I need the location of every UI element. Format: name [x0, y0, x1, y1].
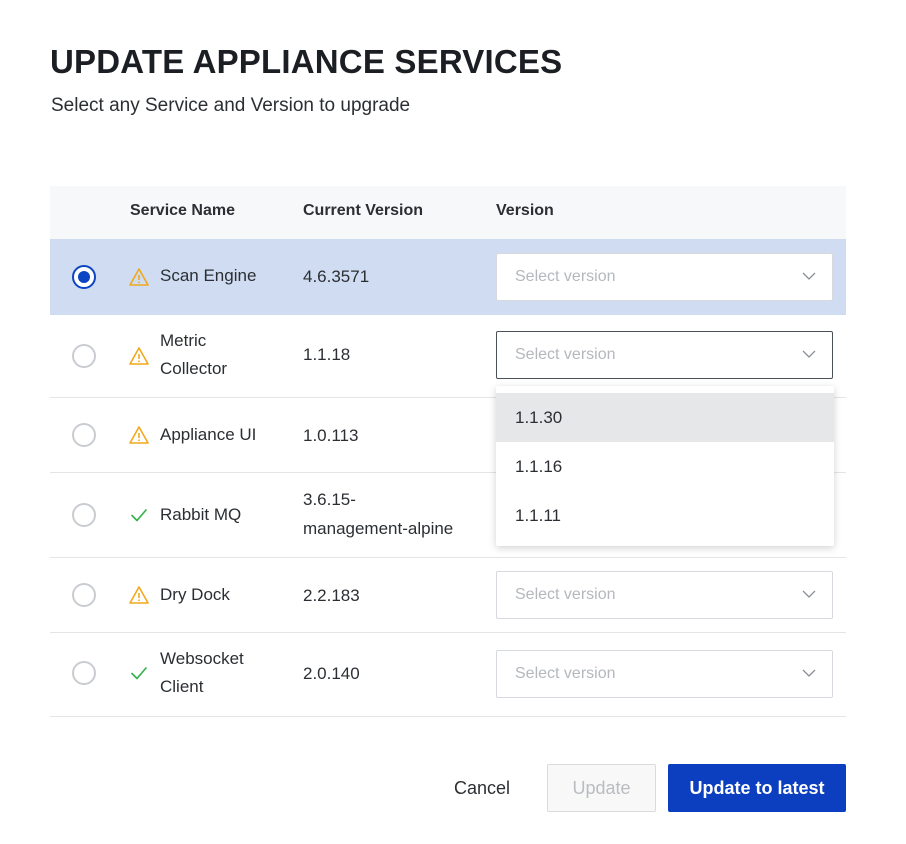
version-select-placeholder: Select version	[515, 346, 616, 363]
service-name-line-2: Collector	[160, 359, 228, 378]
service-name-line-1: Metric	[160, 331, 207, 350]
version-dropdown-menu: 1.1.30 1.1.16 1.1.11	[496, 386, 834, 546]
update-button[interactable]: Update	[547, 764, 656, 812]
warning-icon	[129, 268, 149, 286]
version-select[interactable]: Select version	[496, 253, 833, 301]
header-service-name: Service Name	[130, 202, 235, 219]
service-name: Rabbit MQ	[160, 505, 242, 524]
version-select-placeholder: Select version	[515, 665, 616, 682]
current-version-line-1: 3.6.15-	[303, 490, 356, 509]
row-radio[interactable]	[72, 583, 96, 607]
chevron-down-icon	[802, 669, 816, 677]
update-to-latest-button[interactable]: Update to latest	[668, 764, 846, 812]
service-name: Metric Collector	[160, 327, 227, 383]
version-select-placeholder: Select version	[515, 268, 616, 285]
version-select-placeholder: Select version	[515, 586, 616, 603]
table-row[interactable]: Scan Engine 4.6.3571 Select version	[50, 239, 846, 315]
warning-icon	[129, 347, 149, 365]
table-row[interactable]: Dry Dock 2.2.183 Select version	[50, 558, 846, 633]
current-version: 4.6.3571	[303, 267, 370, 286]
table-header: Service Name Current Version Version	[50, 186, 846, 239]
version-select[interactable]: Select version	[496, 331, 833, 379]
chevron-down-icon	[802, 272, 816, 280]
chevron-down-icon	[802, 590, 816, 598]
service-name: Websocket Client	[160, 645, 244, 701]
check-icon	[131, 667, 147, 680]
current-version: 1.0.113	[303, 426, 359, 445]
row-radio[interactable]	[72, 265, 96, 289]
dropdown-option[interactable]: 1.1.11	[496, 491, 834, 540]
version-select[interactable]: Select version	[496, 650, 833, 698]
header-current-version: Current Version	[303, 202, 424, 219]
dropdown-option[interactable]: 1.1.16	[496, 442, 834, 491]
service-name: Dry Dock	[160, 585, 230, 604]
row-radio[interactable]	[72, 344, 96, 368]
row-radio[interactable]	[72, 423, 96, 447]
version-select[interactable]: Select version	[496, 571, 833, 619]
service-name: Appliance UI	[160, 425, 257, 444]
dropdown-option[interactable]: 1.1.30	[496, 393, 834, 442]
service-name-line-1: Websocket	[160, 649, 244, 668]
row-radio[interactable]	[72, 661, 96, 685]
table-row[interactable]: Websocket Client 2.0.140 Select version	[50, 633, 846, 717]
current-version: 3.6.15- management-alpine	[303, 485, 453, 543]
current-version: 1.1.18	[303, 345, 351, 364]
dialog-subtitle: Select any Service and Version to upgrad…	[51, 95, 411, 116]
cancel-button[interactable]: Cancel	[438, 764, 526, 812]
warning-icon	[129, 586, 149, 604]
check-icon	[131, 509, 147, 522]
current-version: 2.2.183	[303, 586, 360, 605]
header-version: Version	[496, 202, 554, 219]
current-version: 2.0.140	[303, 664, 360, 683]
services-table: Service Name Current Version Version Sca…	[50, 186, 846, 717]
warning-icon	[129, 426, 149, 444]
row-radio[interactable]	[72, 503, 96, 527]
dialog-title: UPDATE APPLIANCE SERVICES	[50, 43, 563, 80]
chevron-down-icon	[802, 350, 816, 358]
service-name-line-2: Client	[160, 677, 204, 696]
current-version-line-2: management-alpine	[303, 519, 454, 538]
service-name: Scan Engine	[160, 266, 257, 285]
